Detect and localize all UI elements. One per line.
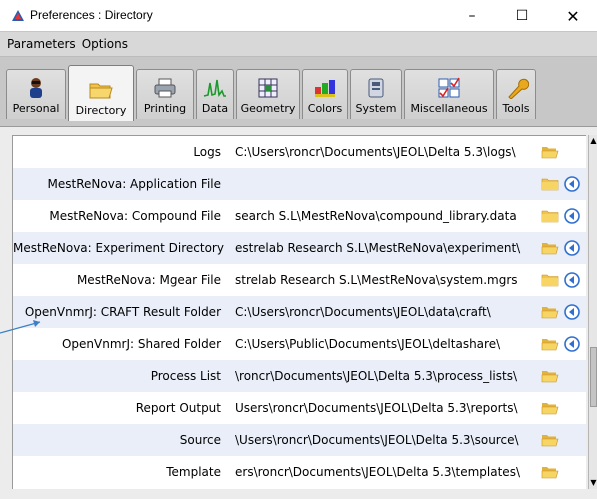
open-folder-icon[interactable] bbox=[541, 369, 559, 383]
row-label: MestReNova: Compound File bbox=[49, 209, 221, 223]
directory-row-logs[interactable]: Logs C:\Users\roncr\Documents\JEOL\Delta… bbox=[13, 136, 586, 168]
tab-label: System bbox=[355, 102, 397, 115]
folder-icon[interactable] bbox=[541, 209, 559, 223]
tab-label: Directory bbox=[75, 104, 127, 117]
wrench-icon bbox=[508, 78, 529, 99]
open-folder-icon[interactable] bbox=[541, 241, 559, 255]
tab-label: Colors bbox=[307, 102, 343, 115]
menu-options[interactable]: Options bbox=[79, 37, 131, 51]
open-folder-icon[interactable] bbox=[541, 401, 559, 415]
person-icon bbox=[30, 78, 42, 98]
back-arrow-icon[interactable] bbox=[564, 208, 580, 224]
tab-label: Geometry bbox=[240, 102, 296, 115]
tab-colors[interactable]: Colors bbox=[302, 69, 348, 119]
row-label: Process List bbox=[150, 369, 221, 383]
tab-geometry[interactable]: Geometry bbox=[236, 69, 300, 119]
open-folder-icon[interactable] bbox=[541, 337, 559, 351]
tab-label: Miscellaneous bbox=[410, 102, 488, 115]
row-path: \roncr\Documents\JEOL\Delta 5.3\process_… bbox=[235, 369, 517, 383]
minimize-button[interactable]: – bbox=[452, 4, 492, 28]
row-label: Template bbox=[166, 465, 221, 479]
scroll-down-icon[interactable]: ▼ bbox=[589, 477, 597, 489]
back-arrow-icon[interactable] bbox=[564, 304, 580, 320]
directory-row-openvnmrj-craft-result-folder[interactable]: OpenVnmrJ: CRAFT Result Folder C:\Users\… bbox=[13, 296, 586, 328]
tab-directory[interactable]: Directory bbox=[68, 65, 134, 121]
back-arrow-icon[interactable] bbox=[564, 176, 580, 192]
folder-icon[interactable] bbox=[541, 177, 559, 191]
geometry-icon bbox=[258, 78, 278, 98]
checklist-icon bbox=[438, 77, 460, 98]
tab-strip: Personal Directory Printing Data Geometr… bbox=[0, 57, 597, 127]
row-label: MestReNova: Experiment Directory bbox=[13, 241, 224, 255]
system-icon bbox=[368, 78, 384, 98]
open-folder-icon[interactable] bbox=[541, 433, 559, 447]
row-label: MestReNova: Mgear File bbox=[76, 273, 221, 287]
maximize-button[interactable]: ☐ bbox=[502, 4, 542, 28]
directory-row-template[interactable]: Template ers\roncr\Documents\JEOL\Delta … bbox=[13, 456, 586, 488]
row-label: Source bbox=[179, 433, 221, 447]
back-arrow-icon[interactable] bbox=[564, 272, 580, 288]
tab-personal[interactable]: Personal bbox=[6, 69, 66, 119]
directory-row-mestrenova-compound-file[interactable]: MestReNova: Compound File search S.L\Mes… bbox=[13, 200, 586, 232]
row-path: strelab Research S.L\MestReNova\system.m… bbox=[235, 273, 518, 287]
back-arrow-icon[interactable] bbox=[564, 240, 580, 256]
directory-list: Logs C:\Users\roncr\Documents\JEOL\Delta… bbox=[12, 135, 586, 489]
row-label: Report Output bbox=[135, 401, 221, 415]
row-path: search S.L\MestReNova\compound_library.d… bbox=[235, 209, 517, 223]
colors-icon bbox=[315, 80, 335, 97]
scrollbar-thumb[interactable] bbox=[590, 347, 597, 407]
directory-row-source[interactable]: Source \Users\roncr\Documents\JEOL\Delta… bbox=[13, 424, 586, 456]
directory-row-mestrenova-application-file[interactable]: MestReNova: Application File bbox=[13, 168, 586, 200]
tab-printing[interactable]: Printing bbox=[136, 69, 194, 119]
row-path: C:\Users\roncr\Documents\JEOL\Delta 5.3\… bbox=[235, 145, 516, 159]
row-path: estrelab Research S.L\MestReNova\experim… bbox=[235, 241, 521, 255]
directory-panel: Logs C:\Users\roncr\Documents\JEOL\Delta… bbox=[0, 127, 597, 499]
tab-data[interactable]: Data bbox=[196, 69, 234, 119]
app-logo-icon bbox=[12, 10, 24, 21]
directory-row-openvnmrj-shared-folder[interactable]: OpenVnmrJ: Shared Folder C:\Users\Public… bbox=[13, 328, 586, 360]
directory-row-mestrenova-experiment-directory[interactable]: MestReNova: Experiment Directory estrela… bbox=[13, 232, 586, 264]
tab-miscellaneous[interactable]: Miscellaneous bbox=[404, 69, 494, 119]
spectrum-icon bbox=[203, 79, 226, 98]
scroll-up-icon[interactable]: ▲ bbox=[589, 135, 597, 147]
tab-system[interactable]: System bbox=[350, 69, 402, 119]
row-path: C:\Users\Public\Documents\JEOL\deltashar… bbox=[235, 337, 501, 351]
directory-row-mestrenova-mgear-file[interactable]: MestReNova: Mgear File strelab Research … bbox=[13, 264, 586, 296]
annotation-arrow-icon bbox=[0, 320, 41, 334]
open-folder-icon[interactable] bbox=[541, 465, 559, 479]
title-bar: Preferences : Directory – ☐ ✕ bbox=[0, 0, 597, 31]
tab-label: Tools bbox=[502, 102, 530, 115]
window-title: Preferences : Directory bbox=[30, 8, 153, 22]
row-path: ers\roncr\Documents\JEOL\Delta 5.3\templ… bbox=[235, 465, 520, 479]
tab-label: Data bbox=[201, 102, 229, 115]
row-path: \Users\roncr\Documents\JEOL\Delta 5.3\so… bbox=[235, 433, 519, 447]
close-button[interactable]: ✕ bbox=[553, 4, 593, 28]
back-arrow-icon[interactable] bbox=[564, 336, 580, 352]
vertical-scrollbar[interactable]: ▲ ▼ bbox=[588, 135, 597, 489]
tab-label: Personal bbox=[12, 102, 60, 115]
row-path: C:\Users\roncr\Documents\JEOL\data\craft… bbox=[235, 305, 491, 319]
open-folder-icon[interactable] bbox=[541, 145, 559, 159]
menu-parameters[interactable]: Parameters bbox=[4, 37, 79, 51]
row-label: MestReNova: Application File bbox=[47, 177, 221, 191]
row-path: Users\roncr\Documents\JEOL\Delta 5.3\rep… bbox=[235, 401, 518, 415]
menu-bar: Parameters Options bbox=[0, 31, 597, 57]
folder-icon[interactable] bbox=[541, 273, 559, 287]
folder-icon bbox=[89, 83, 113, 99]
open-folder-icon[interactable] bbox=[541, 305, 559, 319]
tab-tools[interactable]: Tools bbox=[496, 69, 536, 119]
row-label: Logs bbox=[193, 145, 221, 159]
tab-label: Printing bbox=[143, 102, 187, 115]
printer-icon bbox=[154, 78, 176, 98]
directory-row-process-list[interactable]: Process List \roncr\Documents\JEOL\Delta… bbox=[13, 360, 586, 392]
directory-row-report-output[interactable]: Report Output Users\roncr\Documents\JEOL… bbox=[13, 392, 586, 424]
